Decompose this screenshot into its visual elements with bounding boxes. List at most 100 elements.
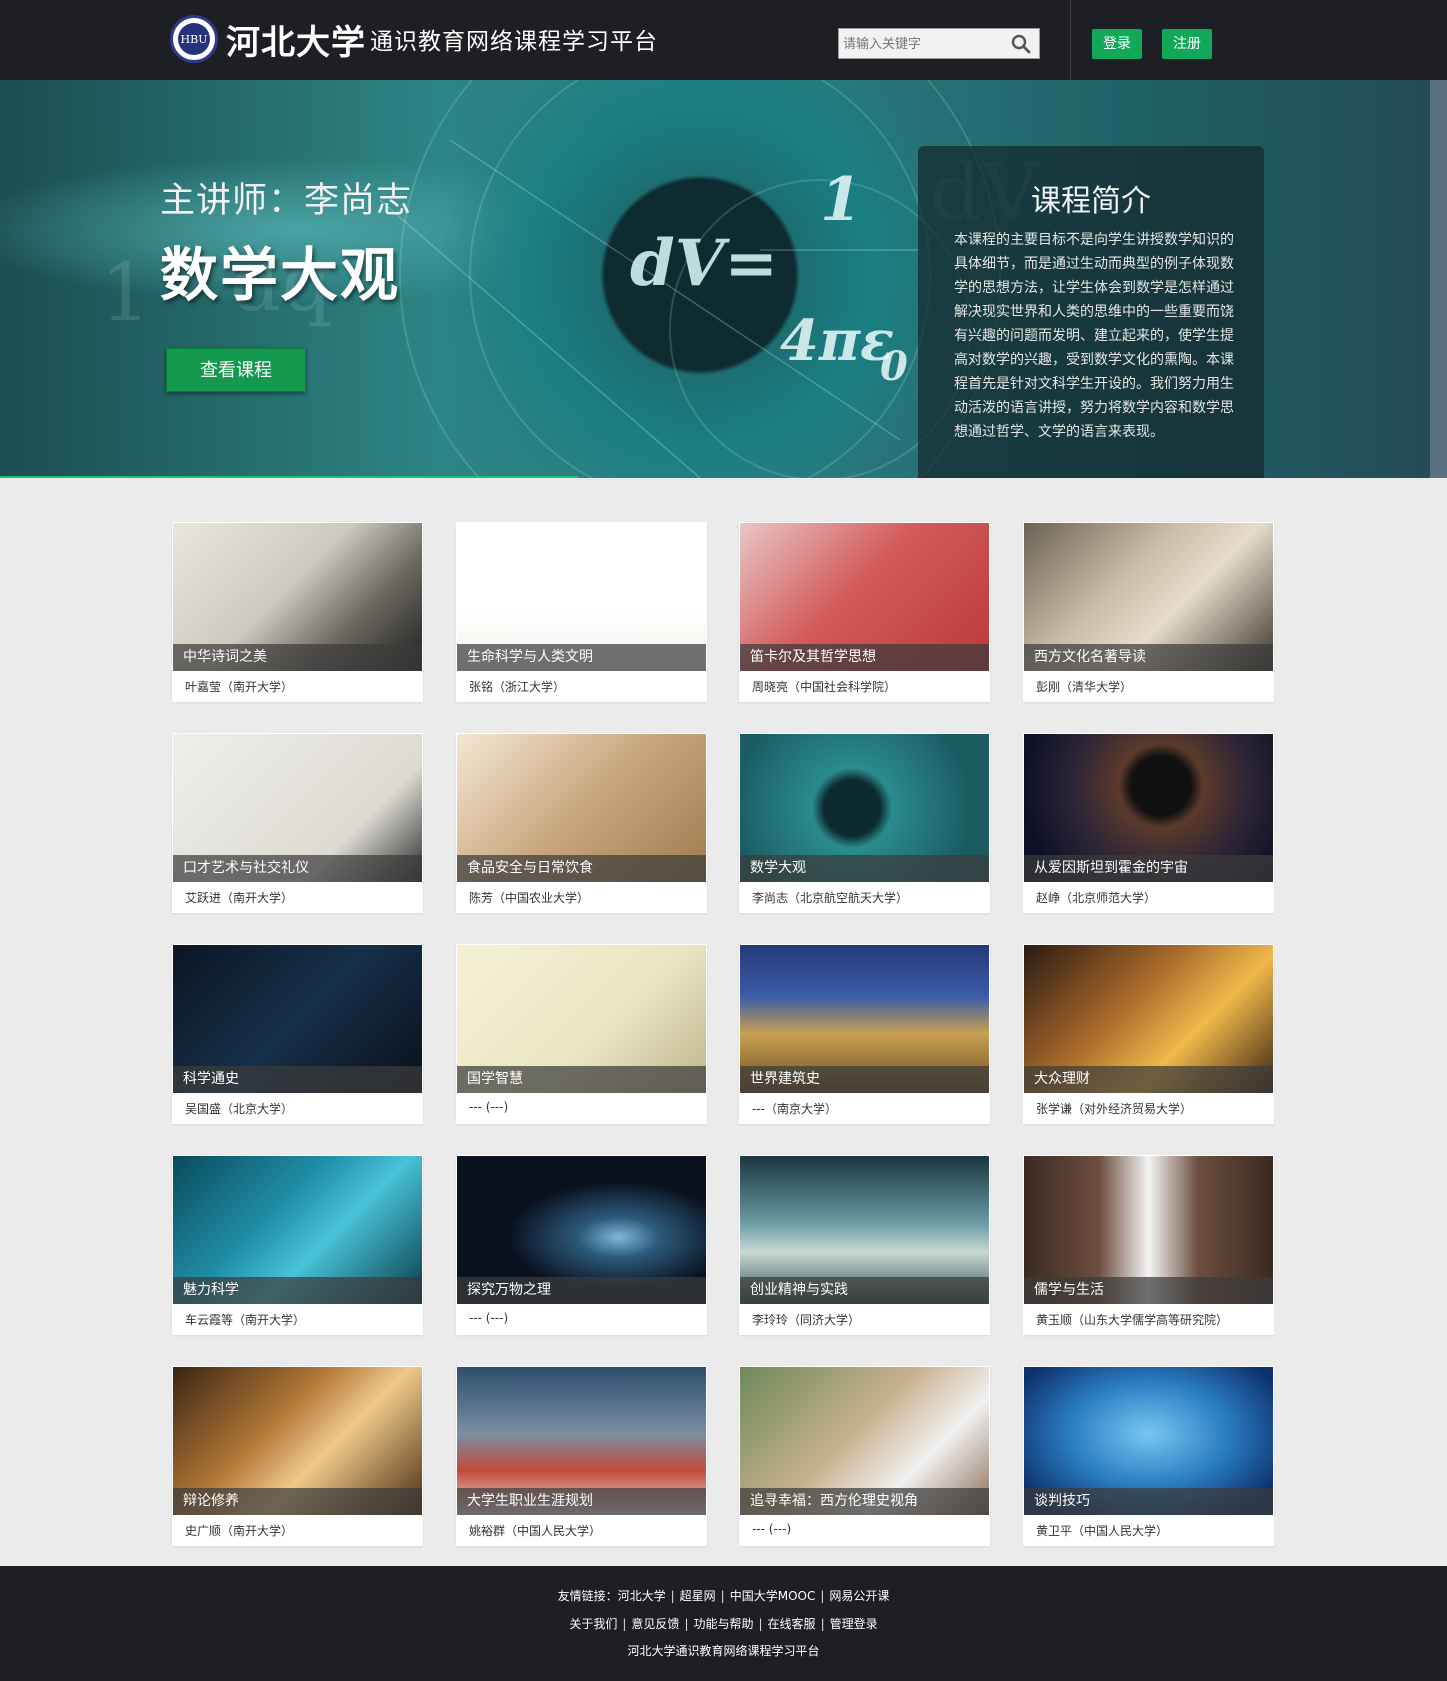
footer-nav-help[interactable]: 功能与帮助 bbox=[693, 1617, 753, 1631]
course-title[interactable]: 创业精神与实践 bbox=[740, 1277, 989, 1304]
svg-text:4πε: 4πε bbox=[780, 308, 894, 374]
course-teacher: 张学谦（对外经济贸易大学） bbox=[1036, 1102, 1193, 1116]
course-thumbnail[interactable]: 科学通史 bbox=[173, 945, 422, 1093]
course-thumbnail[interactable]: 世界建筑史 bbox=[740, 945, 989, 1093]
course-title[interactable]: 西方文化名著导读 bbox=[1024, 644, 1273, 671]
course-thumbnail[interactable]: 食品安全与日常饮食 bbox=[457, 734, 706, 882]
course-title[interactable]: 魅力科学 bbox=[173, 1277, 422, 1304]
platform-name: 通识教育网络课程学习平台 bbox=[370, 29, 658, 55]
course-thumbnail[interactable]: 谈判技巧 bbox=[1024, 1367, 1273, 1515]
course-teacher: --- (---) bbox=[469, 1311, 509, 1325]
course-thumbnail[interactable]: 大学生职业生涯规划 bbox=[457, 1367, 706, 1515]
course-title[interactable]: 大学生职业生涯规划 bbox=[457, 1488, 706, 1515]
course-thumbnail[interactable]: 大众理财 bbox=[1024, 945, 1273, 1093]
course-thumbnail[interactable]: 笛卡尔及其哲学思想 bbox=[740, 523, 989, 671]
course-thumbnail[interactable]: 儒学与生活 bbox=[1024, 1156, 1273, 1304]
svg-text:1: 1 bbox=[820, 165, 862, 235]
university-name: 河北大学 bbox=[226, 22, 366, 63]
course-card[interactable]: 大学生职业生涯规划姚裕群（中国人民大学） bbox=[456, 1366, 707, 1546]
course-title[interactable]: 追寻幸福：西方伦理史视角 bbox=[740, 1488, 989, 1515]
site-logo[interactable]: HBU 河北大学 通识教育网络课程学习平台 bbox=[170, 14, 658, 64]
course-card[interactable]: 科学通史 吴国盛（北京大学） bbox=[172, 944, 423, 1124]
footer-nav-feedback[interactable]: 意见反馈 bbox=[631, 1617, 679, 1631]
course-card[interactable]: 口才艺术与社交礼仪艾跃进（南开大学） bbox=[172, 733, 423, 913]
course-card[interactable]: 追寻幸福：西方伦理史视角 --- (---) bbox=[739, 1366, 990, 1546]
course-title[interactable]: 国学智慧 bbox=[457, 1066, 706, 1093]
course-title[interactable]: 食品安全与日常饮食 bbox=[457, 855, 706, 882]
course-title[interactable]: 数学大观 bbox=[740, 855, 989, 882]
course-card[interactable]: 探究万物之理 --- (---) bbox=[456, 1155, 707, 1335]
course-card[interactable]: 谈判技巧 黄卫平（中国人民大学） bbox=[1023, 1366, 1274, 1546]
course-thumbnail[interactable]: 探究万物之理 bbox=[457, 1156, 706, 1304]
course-thumbnail[interactable]: 辩论修养 bbox=[173, 1367, 422, 1515]
course-teacher: 张铭（浙江大学） bbox=[469, 680, 566, 694]
course-thumbnail[interactable]: 魅力科学 bbox=[173, 1156, 422, 1304]
course-thumbnail[interactable]: 追寻幸福：西方伦理史视角 bbox=[740, 1367, 989, 1515]
svg-text:0: 0 bbox=[880, 343, 908, 390]
course-thumbnail[interactable]: 从爱因斯坦到霍金的宇宙 bbox=[1024, 734, 1273, 882]
course-thumbnail[interactable]: 国学智慧 bbox=[457, 945, 706, 1093]
course-title[interactable]: 世界建筑史 bbox=[740, 1066, 989, 1093]
course-title[interactable]: 谈判技巧 bbox=[1024, 1488, 1273, 1515]
course-card[interactable]: 笛卡尔及其哲学思想 周晓亮（中国社会科学院） bbox=[739, 522, 990, 702]
footer-nav-about[interactable]: 关于我们 bbox=[569, 1617, 617, 1631]
course-card[interactable]: 世界建筑史 ---（南京大学） bbox=[739, 944, 990, 1124]
register-button[interactable]: 注册 bbox=[1162, 29, 1212, 59]
banner-edge bbox=[1430, 80, 1447, 478]
course-card[interactable]: 生命科学与人类文明张铭（浙江大学） bbox=[456, 522, 707, 702]
course-thumbnail[interactable]: 中华诗词之美 bbox=[173, 523, 422, 671]
course-card[interactable]: 从爱因斯坦到霍金的宇宙赵峥（北京师范大学） bbox=[1023, 733, 1274, 913]
course-thumbnail[interactable]: 创业精神与实践 bbox=[740, 1156, 989, 1304]
course-card[interactable]: 国学智慧 --- (---) bbox=[456, 944, 707, 1124]
course-thumbnail[interactable]: 口才艺术与社交礼仪 bbox=[173, 734, 422, 882]
footer-nav: 关于我们 | 意见反馈 | 功能与帮助 | 在线客服 | 管理登录 bbox=[569, 1617, 878, 1631]
course-title[interactable]: 从爱因斯坦到霍金的宇宙 bbox=[1024, 855, 1273, 882]
course-teacher: 车云霞等（南开大学） bbox=[185, 1313, 306, 1327]
course-card[interactable]: 魅力科学车云霞等（南开大学） bbox=[172, 1155, 423, 1335]
course-teacher: 陈芳（中国农业大学） bbox=[469, 891, 590, 905]
course-teacher: 艾跃进（南开大学） bbox=[185, 891, 294, 905]
footer-nav-service[interactable]: 在线客服 bbox=[768, 1617, 816, 1631]
hero-banner: dV= 1 4πε 0 1 dq dV 主讲师：李尚志 数学大观 查看课程 课程… bbox=[0, 80, 1447, 478]
footer-link[interactable]: 网易公开课 bbox=[829, 1589, 889, 1603]
course-thumbnail[interactable]: 数学大观 bbox=[740, 734, 989, 882]
course-card[interactable]: 大众理财张学谦（对外经济贸易大学） bbox=[1023, 944, 1274, 1124]
course-card[interactable]: 西方文化名著导读彭刚（清华大学） bbox=[1023, 522, 1274, 702]
course-card[interactable]: 儒学与生活 黄玉顺（山东大学儒学高等研究院） bbox=[1023, 1155, 1274, 1335]
course-title[interactable]: 中华诗词之美 bbox=[173, 644, 422, 671]
course-teacher: 叶嘉莹（南开大学） bbox=[185, 680, 294, 694]
course-title[interactable]: 口才艺术与社交礼仪 bbox=[173, 855, 422, 882]
course-title[interactable]: 辩论修养 bbox=[173, 1488, 422, 1515]
course-title[interactable]: 大众理财 bbox=[1024, 1066, 1273, 1093]
course-teacher: 姚裕群（中国人民大学） bbox=[469, 1524, 602, 1538]
search-icon[interactable] bbox=[1011, 34, 1031, 54]
search-input[interactable] bbox=[843, 33, 1003, 55]
course-card[interactable]: 辩论修养史广顺（南开大学） bbox=[172, 1366, 423, 1546]
course-thumbnail[interactable]: 西方文化名著导读 bbox=[1024, 523, 1273, 671]
login-button[interactable]: 登录 bbox=[1092, 29, 1142, 59]
course-teacher: 史广顺（南开大学） bbox=[185, 1524, 294, 1538]
banner-progress-indicator bbox=[0, 476, 578, 478]
course-thumbnail[interactable]: 生命科学与人类文明 bbox=[457, 523, 706, 671]
footer-link[interactable]: 超星网 bbox=[680, 1589, 716, 1603]
view-course-button[interactable]: 查看课程 bbox=[166, 348, 306, 392]
course-title[interactable]: 科学通史 bbox=[173, 1066, 422, 1093]
footer-nav-admin[interactable]: 管理登录 bbox=[830, 1617, 878, 1631]
footer: 友情链接：河北大学 | 超星网 | 中国大学MOOC | 网易公开课 关于我们 | 意见反馈 | 功… bbox=[0, 1566, 1447, 1681]
course-card[interactable]: 创业精神与实践 李玲玲（同济大学） bbox=[739, 1155, 990, 1335]
course-title[interactable]: 探究万物之理 bbox=[457, 1277, 706, 1304]
friend-links: 友情链接：河北大学 | 超星网 | 中国大学MOOC | 网易公开课 bbox=[557, 1589, 890, 1603]
footer-link[interactable]: 中国大学MOOC bbox=[730, 1589, 816, 1603]
course-teacher: 彭刚（清华大学） bbox=[1036, 680, 1133, 694]
course-teacher: 赵峥（北京师范大学） bbox=[1036, 891, 1157, 905]
svg-text:1: 1 bbox=[100, 246, 151, 339]
course-card[interactable]: 中华诗词之美叶嘉莹（南开大学） bbox=[172, 522, 423, 702]
course-card[interactable]: 食品安全与日常饮食陈芳（中国农业大学） bbox=[456, 733, 707, 913]
course-teacher: 李尚志（北京航空航天大学） bbox=[752, 891, 909, 905]
course-title[interactable]: 笛卡尔及其哲学思想 bbox=[740, 644, 989, 671]
course-title[interactable]: 儒学与生活 bbox=[1024, 1277, 1273, 1304]
course-card[interactable]: 数学大观李尚志（北京航空航天大学） bbox=[739, 733, 990, 913]
course-title[interactable]: 生命科学与人类文明 bbox=[457, 644, 706, 671]
footer-link[interactable]: 河北大学 bbox=[618, 1589, 666, 1603]
university-emblem-icon: HBU bbox=[170, 15, 218, 63]
